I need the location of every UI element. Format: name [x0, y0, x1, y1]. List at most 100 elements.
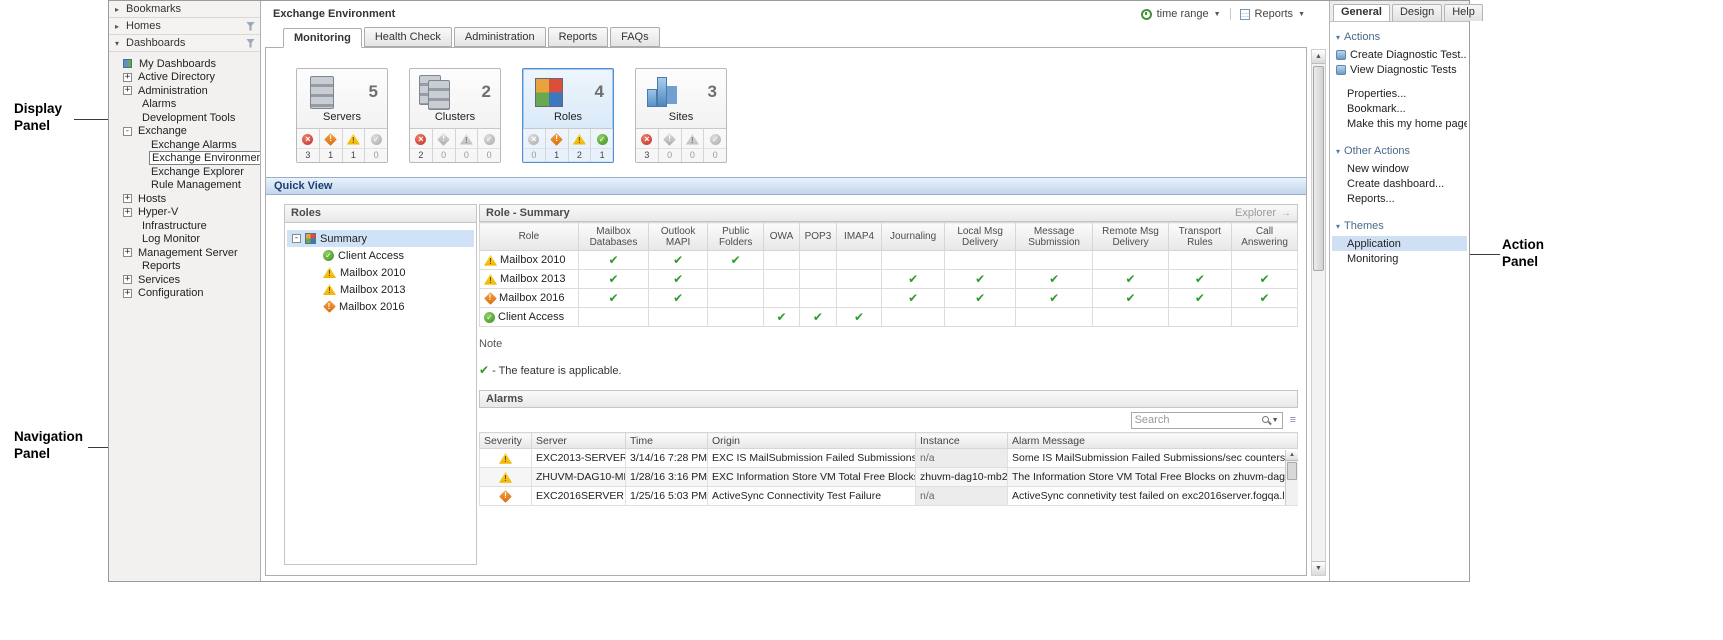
column-header-origin[interactable]: Origin	[708, 433, 916, 449]
summary-row-mailbox-2010[interactable]: Mailbox 2010✔✔✔	[480, 251, 1298, 270]
action-item-application[interactable]: Application	[1332, 236, 1467, 251]
nav-section-bookmarks[interactable]: ▸Bookmarks	[109, 1, 260, 18]
status-cell-warning[interactable]: 1	[342, 129, 365, 162]
expand-icon[interactable]: +	[123, 275, 132, 284]
summary-row-client-access[interactable]: Client Access✔✔✔	[480, 308, 1298, 327]
nav-item-exchange-alarms[interactable]: Exchange Alarms	[109, 138, 260, 152]
tab-reports[interactable]: Reports	[548, 27, 609, 47]
action-tab-general[interactable]: General	[1333, 4, 1390, 21]
expand-icon[interactable]: +	[123, 289, 132, 298]
collapse-icon[interactable]: -	[292, 234, 301, 243]
role-item-summary[interactable]: -Summary	[287, 230, 474, 247]
section-header-actions[interactable]: ▾Actions	[1332, 26, 1467, 47]
nav-item-my-dashboards[interactable]: My Dashboards	[109, 57, 260, 71]
nav-section-dashboards[interactable]: ▾Dashboards	[109, 35, 260, 52]
nav-item-development-tools[interactable]: Development Tools	[109, 111, 260, 125]
expand-icon[interactable]: +	[123, 208, 132, 217]
nav-item-administration[interactable]: +Administration	[109, 84, 260, 98]
scroll-up-icon[interactable]: ▲	[1286, 450, 1298, 461]
tab-health-check[interactable]: Health Check	[364, 27, 452, 47]
scroll-thumb[interactable]	[1287, 462, 1297, 480]
table-customizer-icon[interactable]: ≡	[1290, 414, 1296, 426]
explorer-link[interactable]: Explorer	[1235, 205, 1276, 222]
summary-row-mailbox-2013[interactable]: Mailbox 2013✔✔✔✔✔✔✔✔	[480, 270, 1298, 289]
chevron-down-icon[interactable]: ▼	[1298, 11, 1305, 18]
column-header-server[interactable]: Server	[532, 433, 626, 449]
tab-administration[interactable]: Administration	[454, 27, 546, 47]
open-explorer-icon[interactable]: →	[1281, 205, 1291, 222]
nav-item-exchange-environment[interactable]: Exchange Environment	[109, 152, 260, 166]
status-cell-critical[interactable]: 1	[545, 129, 568, 162]
status-cell-warning[interactable]: 0	[455, 129, 478, 162]
status-cell-normal[interactable]: 0	[703, 129, 726, 162]
role-item-mailbox-2013[interactable]: Mailbox 2013	[287, 281, 474, 298]
nav-item-services[interactable]: +Services	[109, 273, 260, 287]
nav-item-rule-management[interactable]: Rule Management	[109, 179, 260, 193]
expand-icon[interactable]: +	[123, 248, 132, 257]
nav-item-hyper-v[interactable]: +Hyper-V	[109, 206, 260, 220]
action-item-properties[interactable]: Properties...	[1332, 86, 1467, 101]
action-item-monitoring[interactable]: Monitoring	[1332, 251, 1467, 266]
tile-sites[interactable]: 3Sites3000	[635, 68, 727, 163]
summary-row-mailbox-2016[interactable]: Mailbox 2016✔✔✔✔✔✔✔✔	[480, 289, 1298, 308]
role-item-client-access[interactable]: Client Access	[287, 247, 474, 264]
alarm-row[interactable]: EXC2016SERVER1/25/16 5:03 PMActiveSync C…	[480, 487, 1298, 506]
action-item-create-dashboard[interactable]: Create dashboard...	[1332, 176, 1467, 191]
nav-item-management-server[interactable]: +Management Server	[109, 246, 260, 260]
alarm-row[interactable]: EXC2013-SERVER3/14/16 7:28 PMEXC IS Mail…	[480, 449, 1298, 468]
search-icon[interactable]	[1261, 415, 1272, 426]
tile-roles[interactable]: 4Roles0121	[522, 68, 614, 163]
action-item-new-window[interactable]: New window	[1332, 161, 1467, 176]
section-header-other-actions[interactable]: ▾Other Actions	[1332, 140, 1467, 161]
status-cell-fatal[interactable]: 3	[636, 129, 658, 162]
action-tab-design[interactable]: Design	[1392, 4, 1442, 21]
status-cell-warning[interactable]: 2	[568, 129, 591, 162]
nav-section-homes[interactable]: ▸Homes	[109, 18, 260, 35]
nav-item-alarms[interactable]: Alarms	[109, 98, 260, 112]
expand-icon[interactable]: +	[123, 86, 132, 95]
collapse-icon[interactable]: -	[123, 127, 132, 136]
tile-servers[interactable]: 5Servers3110	[296, 68, 388, 163]
role-item-mailbox-2010[interactable]: Mailbox 2010	[287, 264, 474, 281]
scroll-thumb[interactable]	[1313, 66, 1324, 271]
nav-item-exchange-explorer[interactable]: Exchange Explorer	[109, 165, 260, 179]
filter-icon[interactable]	[246, 22, 255, 31]
status-cell-normal[interactable]: 0	[364, 129, 387, 162]
scroll-down-icon[interactable]: ▼	[1312, 561, 1325, 575]
main-scrollbar[interactable]: ▲ ▼	[1311, 49, 1326, 576]
nav-item-configuration[interactable]: +Configuration	[109, 287, 260, 301]
status-cell-warning[interactable]: 0	[681, 129, 704, 162]
reports-menu-label[interactable]: Reports	[1255, 8, 1294, 20]
action-item-bookmark[interactable]: Bookmark...	[1332, 101, 1467, 116]
chevron-down-icon[interactable]: ▼	[1272, 417, 1279, 424]
column-header-alarm-message[interactable]: Alarm Message	[1008, 433, 1298, 449]
nav-item-active-directory[interactable]: +Active Directory	[109, 71, 260, 85]
time-range-label[interactable]: time range	[1157, 8, 1209, 20]
column-header-time[interactable]: Time	[626, 433, 708, 449]
filter-icon[interactable]	[246, 39, 255, 48]
status-cell-critical[interactable]: 1	[319, 129, 342, 162]
status-cell-fatal[interactable]: 3	[297, 129, 319, 162]
action-item-make-this-my-home-page[interactable]: Make this my home page	[1332, 116, 1467, 131]
expand-icon[interactable]: +	[123, 73, 132, 82]
status-cell-fatal[interactable]: 0	[523, 129, 545, 162]
status-cell-critical[interactable]: 0	[658, 129, 681, 162]
tile-clusters[interactable]: 2Clusters2000	[409, 68, 501, 163]
action-item-view-diagnostic-tests[interactable]: View Diagnostic Tests	[1332, 62, 1467, 77]
status-cell-fatal[interactable]: 2	[410, 129, 432, 162]
tab-faqs[interactable]: FAQs	[610, 27, 660, 47]
column-header-severity[interactable]: Severity	[480, 433, 532, 449]
role-item-mailbox-2016[interactable]: Mailbox 2016	[287, 298, 474, 315]
nav-item-reports[interactable]: Reports	[109, 260, 260, 274]
nav-item-exchange[interactable]: -Exchange	[109, 125, 260, 139]
nav-item-log-monitor[interactable]: Log Monitor	[109, 233, 260, 247]
status-cell-normal[interactable]: 0	[477, 129, 500, 162]
expand-icon[interactable]: +	[123, 194, 132, 203]
action-tab-help[interactable]: Help	[1444, 4, 1483, 21]
action-item-reports[interactable]: Reports...	[1332, 191, 1467, 206]
tab-monitoring[interactable]: Monitoring	[283, 28, 362, 48]
column-header-instance[interactable]: Instance	[916, 433, 1008, 449]
alarms-search-input[interactable]	[1135, 414, 1261, 426]
action-item-create-diagnostic-test[interactable]: Create Diagnostic Test...	[1332, 47, 1467, 62]
section-header-themes[interactable]: ▾Themes	[1332, 215, 1467, 236]
